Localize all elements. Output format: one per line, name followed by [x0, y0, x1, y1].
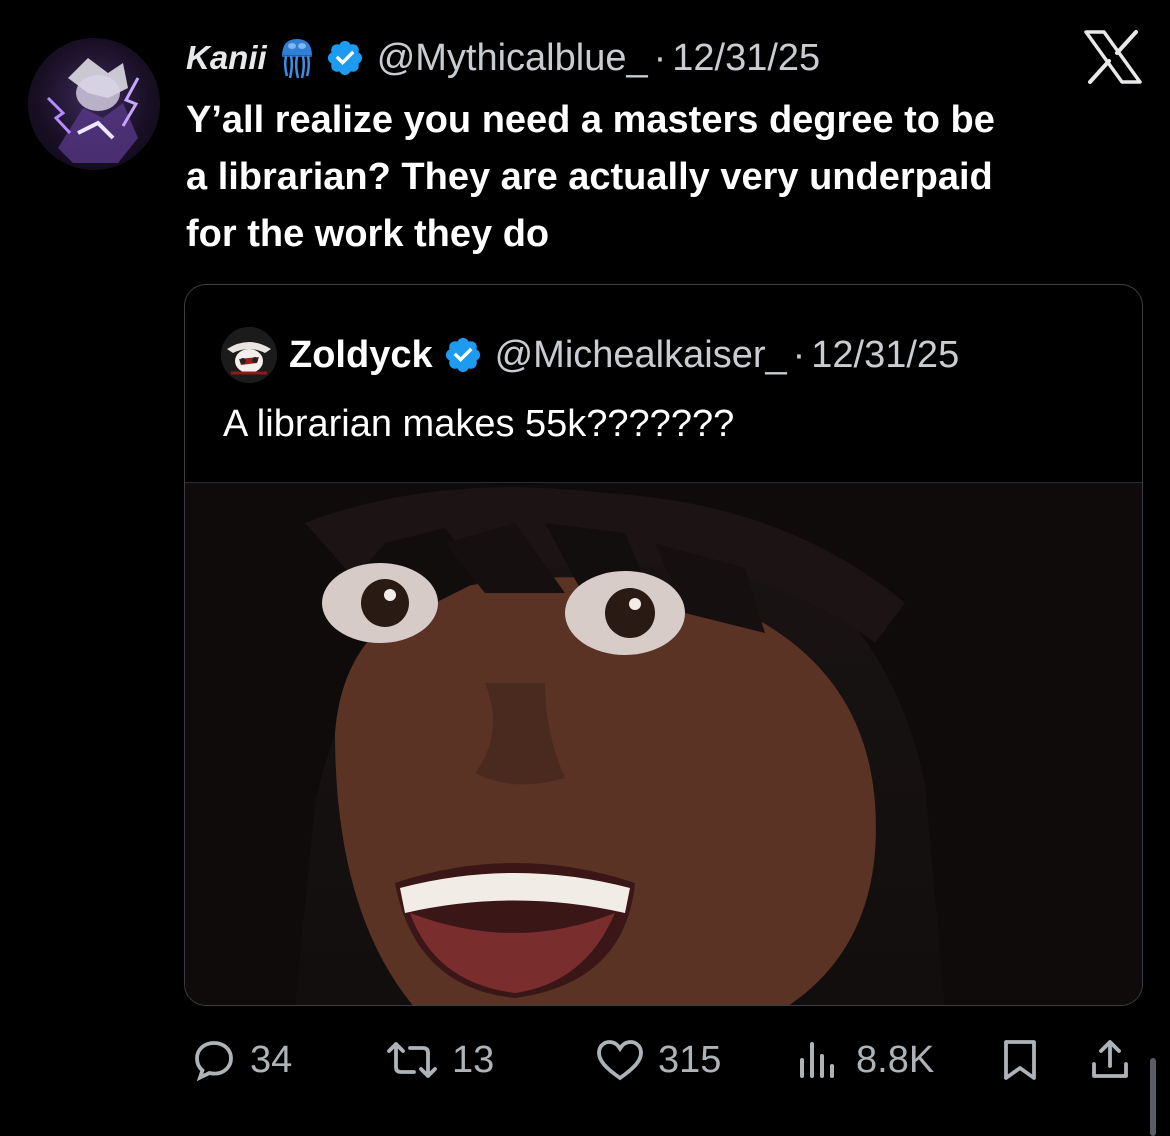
quoted-author-avatar[interactable]: [221, 327, 277, 383]
reply-icon: [195, 1041, 233, 1082]
views-count: 8.8K: [856, 1038, 935, 1081]
quoted-tweet-date[interactable]: 12/31/25: [811, 334, 959, 377]
reply-button[interactable]: 34: [190, 1030, 292, 1090]
quoted-tweet-text: A librarian makes 55k???????: [223, 403, 735, 445]
share-button[interactable]: [1086, 1030, 1134, 1090]
quoted-author-handle[interactable]: @Michealkaiser_: [495, 334, 787, 377]
verified-badge-icon: [325, 38, 365, 78]
x-logo-icon: [1084, 30, 1142, 84]
scroll-indicator: [1150, 1058, 1156, 1136]
quoted-author-name[interactable]: Zoldyck: [289, 334, 433, 377]
author-handle[interactable]: @Mythicalblue_: [377, 37, 648, 80]
author-avatar[interactable]: [28, 38, 160, 170]
repost-button[interactable]: 13: [384, 1030, 494, 1090]
separator-dot: ·: [792, 333, 806, 376]
like-icon: [597, 1040, 643, 1081]
views-icon: [800, 1042, 834, 1078]
separator-dot: ·: [653, 36, 667, 79]
tweet-text: Y’all realize you need a masters degree …: [186, 99, 995, 255]
tweet-card[interactable]: Kanii @Mythicalblue_ · 12/31/25 Y’all re…: [0, 0, 1170, 1136]
repost-icon: [387, 1042, 437, 1078]
repost-count: 13: [452, 1038, 495, 1081]
bookmark-icon: [1004, 1040, 1036, 1080]
tweet-date[interactable]: 12/31/25: [672, 37, 820, 80]
action-bar: 34 13 315 8.8K: [0, 1030, 1170, 1090]
quoted-tweet-header: Zoldyck @Michealkaiser_ · 12/31/25: [221, 327, 959, 383]
quoted-tweet[interactable]: Zoldyck @Michealkaiser_ · 12/31/25 A lib…: [184, 284, 1143, 1006]
tweet-header: Kanii @Mythicalblue_ · 12/31/25: [186, 30, 820, 86]
jellyfish-emoji-icon: [279, 36, 315, 80]
like-button[interactable]: 315: [594, 1030, 721, 1090]
bookmark-button[interactable]: [998, 1030, 1042, 1090]
share-icon: [1092, 1040, 1128, 1078]
reply-count: 34: [250, 1038, 293, 1081]
views-button[interactable]: 8.8K: [796, 1030, 934, 1090]
like-count: 315: [658, 1038, 722, 1081]
quoted-tweet-image[interactable]: [185, 482, 1142, 1005]
verified-badge-icon: [443, 335, 483, 375]
author-name[interactable]: Kanii: [186, 39, 267, 77]
